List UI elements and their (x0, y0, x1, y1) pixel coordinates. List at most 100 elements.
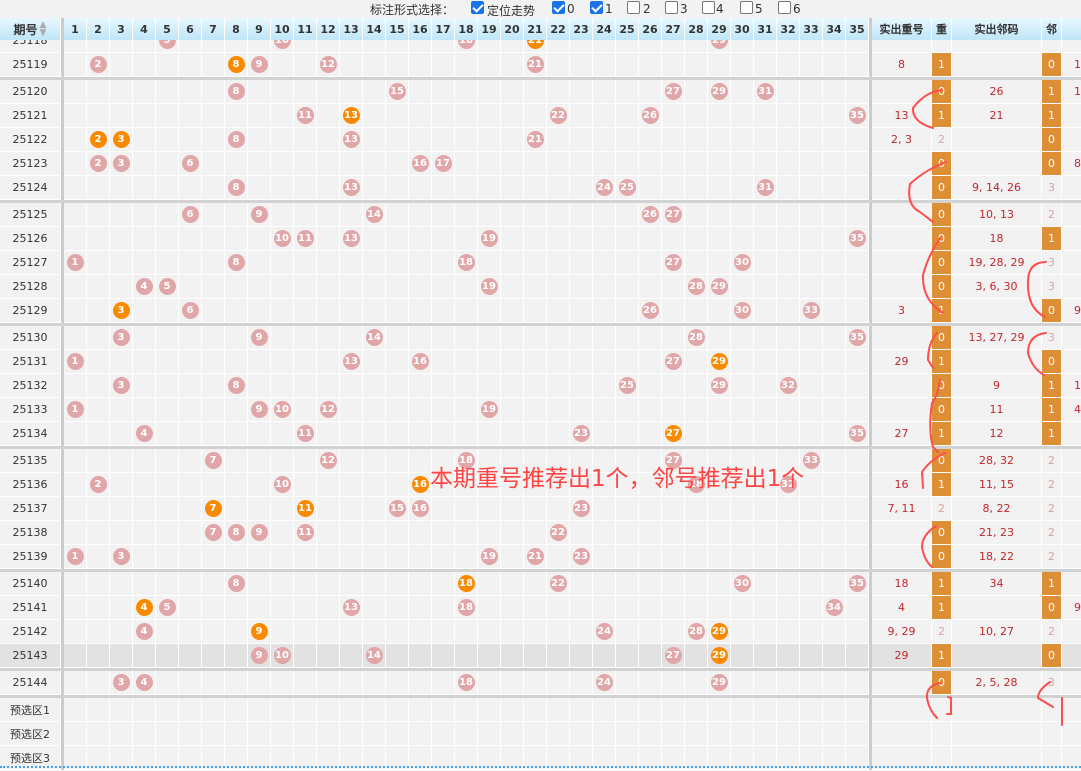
number-cell[interactable] (386, 722, 409, 746)
number-cell[interactable] (524, 698, 547, 722)
number-cell[interactable] (455, 722, 478, 746)
number-cell[interactable] (133, 698, 156, 722)
number-cell[interactable] (386, 698, 409, 722)
table-row[interactable]: 25123 23 6 16 17 0 0 8, (0, 152, 1081, 176)
number-cell[interactable] (248, 722, 271, 746)
preselect-row[interactable]: 预选区1 (0, 695, 1081, 722)
table-row[interactable]: 25129 3 6 26 30 33 3 1 0 9 (0, 299, 1081, 323)
table-row[interactable]: 25131 1 13 16 27 29 29 1 0 (0, 350, 1081, 374)
number-cell[interactable] (248, 698, 271, 722)
number-cell[interactable] (593, 698, 616, 722)
number-cell[interactable] (363, 698, 386, 722)
number-cell[interactable] (478, 722, 501, 746)
number-cell[interactable] (317, 722, 340, 746)
number-cell[interactable] (478, 698, 501, 722)
number-cell[interactable] (225, 722, 248, 746)
number-cell[interactable] (731, 722, 754, 746)
number-cell[interactable] (708, 698, 731, 722)
number-cell[interactable] (271, 722, 294, 746)
option-checkbox-7[interactable] (778, 1, 791, 14)
number-cell[interactable] (179, 698, 202, 722)
option-checkbox-3[interactable] (627, 1, 640, 14)
number-cell[interactable] (179, 722, 202, 746)
number-cell[interactable] (593, 722, 616, 746)
number-cell[interactable] (708, 722, 731, 746)
number-cell[interactable] (317, 698, 340, 722)
table-row[interactable]: 25143 9 10 14 27 29 29 1 0 (0, 644, 1081, 668)
option-checkbox-1[interactable] (552, 1, 565, 14)
number-cell[interactable] (639, 722, 662, 746)
option-checkbox-5[interactable] (702, 1, 715, 14)
number-cell[interactable] (731, 698, 754, 722)
table-row[interactable]: 25121 11 13 22 26 35 13 1 21 1 (0, 104, 1081, 128)
table-row[interactable]: 25137 7 11 15 16 23 7, 11 2 8, 22 2 (0, 497, 1081, 521)
table-row[interactable]: 25125 6 9 14 26 27 0 10, 13 2 (0, 200, 1081, 227)
number-cell[interactable] (64, 722, 87, 746)
number-cell[interactable] (800, 698, 823, 722)
number-cell[interactable] (501, 698, 524, 722)
table-row[interactable]: 25138 7 8 9 11 22 0 21, 23 2 (0, 521, 1081, 545)
number-cell[interactable] (87, 698, 110, 722)
number-cell[interactable] (616, 698, 639, 722)
number-cell[interactable] (64, 698, 87, 722)
table-row[interactable]: 25142 4 9 24 28 29 9, 29 2 10, 27 2 (0, 620, 1081, 644)
number-cell[interactable] (662, 698, 685, 722)
number-cell[interactable] (202, 722, 225, 746)
number-cell[interactable] (777, 722, 800, 746)
table-row[interactable]: 25140 8 18 22 30 35 18 1 34 1 (0, 569, 1081, 596)
number-cell[interactable] (294, 722, 317, 746)
number-cell[interactable] (754, 722, 777, 746)
table-row[interactable]: 25134 4 11 23 27 35 27 1 12 1 (0, 422, 1081, 446)
number-cell[interactable] (754, 698, 777, 722)
number-cell[interactable] (455, 698, 478, 722)
option-checkbox-4[interactable] (665, 1, 678, 14)
number-cell[interactable] (87, 722, 110, 746)
sort-icon[interactable]: ▲ ▼ (40, 21, 47, 38)
number-cell[interactable] (570, 698, 593, 722)
table-row[interactable]: 25133 1 9 10 12 19 0 11 1 4 (0, 398, 1081, 422)
number-cell[interactable] (800, 722, 823, 746)
option-checkbox-6[interactable] (740, 1, 753, 14)
number-cell[interactable] (294, 698, 317, 722)
number-cell[interactable] (409, 698, 432, 722)
number-cell[interactable] (846, 698, 869, 722)
number-cell[interactable] (156, 698, 179, 722)
period-header[interactable]: 期号 ▲ ▼ (0, 18, 61, 40)
number-cell[interactable] (501, 722, 524, 746)
table-row[interactable]: 25132 3 8 25 29 32 0 9 1 1 (0, 374, 1081, 398)
trend-table-body[interactable]: 25118 5 10 18 21 29 25119 2 8 9 12 21 8 1 0 1 25120 8 15 27… (0, 40, 1081, 771)
table-row[interactable]: 25144 3 4 18 24 29 0 2, 5, 28 3 (0, 668, 1081, 695)
number-cell[interactable] (547, 698, 570, 722)
number-cell[interactable] (156, 722, 179, 746)
number-cell[interactable] (363, 722, 386, 746)
number-cell[interactable] (110, 722, 133, 746)
number-cell[interactable] (846, 722, 869, 746)
number-cell[interactable] (685, 698, 708, 722)
number-cell[interactable] (639, 698, 662, 722)
number-cell[interactable] (110, 698, 133, 722)
table-row[interactable]: 25128 4 5 19 28 29 0 3, 6, 30 3 (0, 275, 1081, 299)
number-cell[interactable] (225, 698, 248, 722)
table-row[interactable]: 25119 2 8 9 12 21 8 1 0 1 (0, 53, 1081, 77)
number-cell[interactable] (547, 722, 570, 746)
table-row[interactable]: 25127 1 8 18 27 30 0 19, 28, 29 3 (0, 251, 1081, 275)
table-row[interactable]: 25118 5 10 18 21 29 (0, 40, 1081, 53)
number-cell[interactable] (777, 698, 800, 722)
number-cell[interactable] (823, 698, 846, 722)
number-cell[interactable] (616, 722, 639, 746)
number-cell[interactable] (409, 722, 432, 746)
table-row[interactable]: 25130 3 9 14 28 35 0 13, 27, 29 3 (0, 323, 1081, 350)
number-cell[interactable] (685, 722, 708, 746)
number-cell[interactable] (823, 722, 846, 746)
preselect-row[interactable]: 预选区2 (0, 722, 1081, 746)
table-row[interactable]: 25124 8 13 24 25 31 0 9, 14, 26 3 (0, 176, 1081, 200)
number-cell[interactable] (432, 698, 455, 722)
number-cell[interactable] (662, 722, 685, 746)
number-cell[interactable] (133, 722, 156, 746)
table-row[interactable]: 25141 4 5 13 18 34 4 1 0 9 (0, 596, 1081, 620)
number-cell[interactable] (340, 722, 363, 746)
number-cell[interactable] (271, 698, 294, 722)
number-cell[interactable] (340, 698, 363, 722)
number-cell[interactable] (570, 722, 593, 746)
option-checkbox-0[interactable] (471, 1, 484, 14)
